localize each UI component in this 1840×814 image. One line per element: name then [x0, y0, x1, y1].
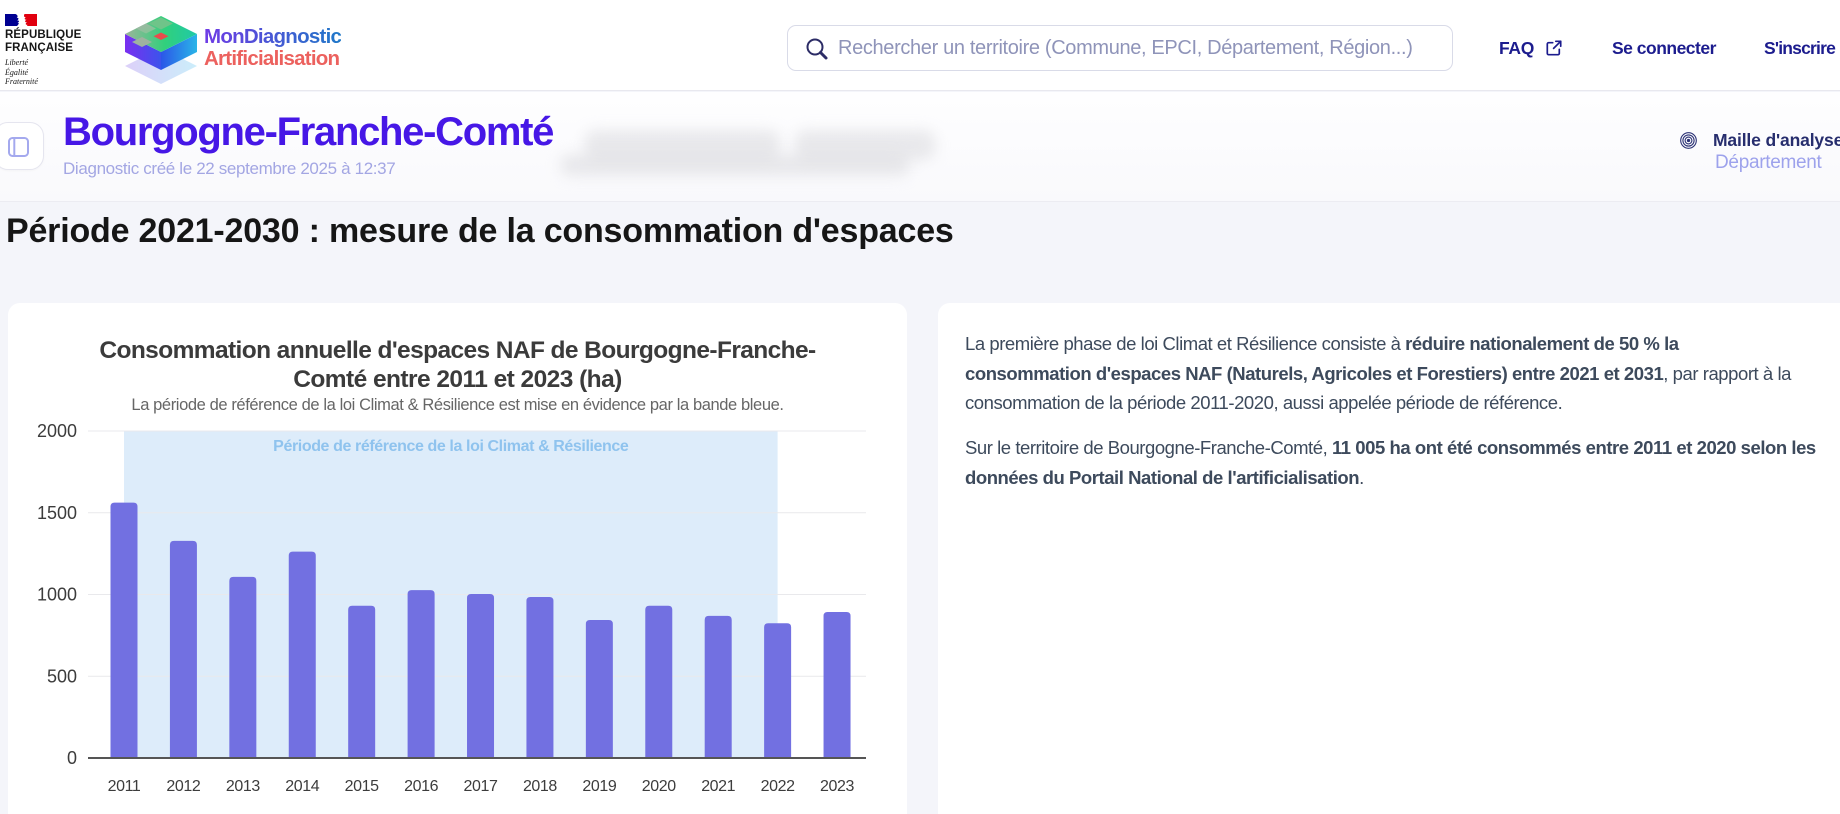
svg-text:2011: 2011 — [108, 778, 141, 795]
svg-text:1500: 1500 — [37, 503, 77, 523]
svg-text:2013: 2013 — [226, 778, 260, 795]
svg-text:2019: 2019 — [582, 778, 616, 795]
svg-text:2000: 2000 — [37, 423, 77, 441]
svg-text:2016: 2016 — [404, 778, 438, 795]
svg-text:Période de référence de la loi: Période de référence de la loi Climat & … — [273, 438, 629, 455]
svg-text:2017: 2017 — [464, 778, 498, 795]
svg-text:2014: 2014 — [285, 778, 319, 795]
svg-text:0: 0 — [67, 748, 77, 768]
svg-text:2020: 2020 — [642, 778, 676, 795]
svg-text:500: 500 — [47, 666, 77, 686]
svg-text:2021: 2021 — [701, 778, 735, 795]
svg-text:2018: 2018 — [523, 778, 557, 795]
svg-text:2015: 2015 — [345, 778, 379, 795]
svg-text:2022: 2022 — [761, 778, 795, 795]
svg-text:1000: 1000 — [37, 585, 77, 605]
svg-text:2023: 2023 — [820, 778, 854, 795]
svg-text:2012: 2012 — [166, 778, 200, 795]
